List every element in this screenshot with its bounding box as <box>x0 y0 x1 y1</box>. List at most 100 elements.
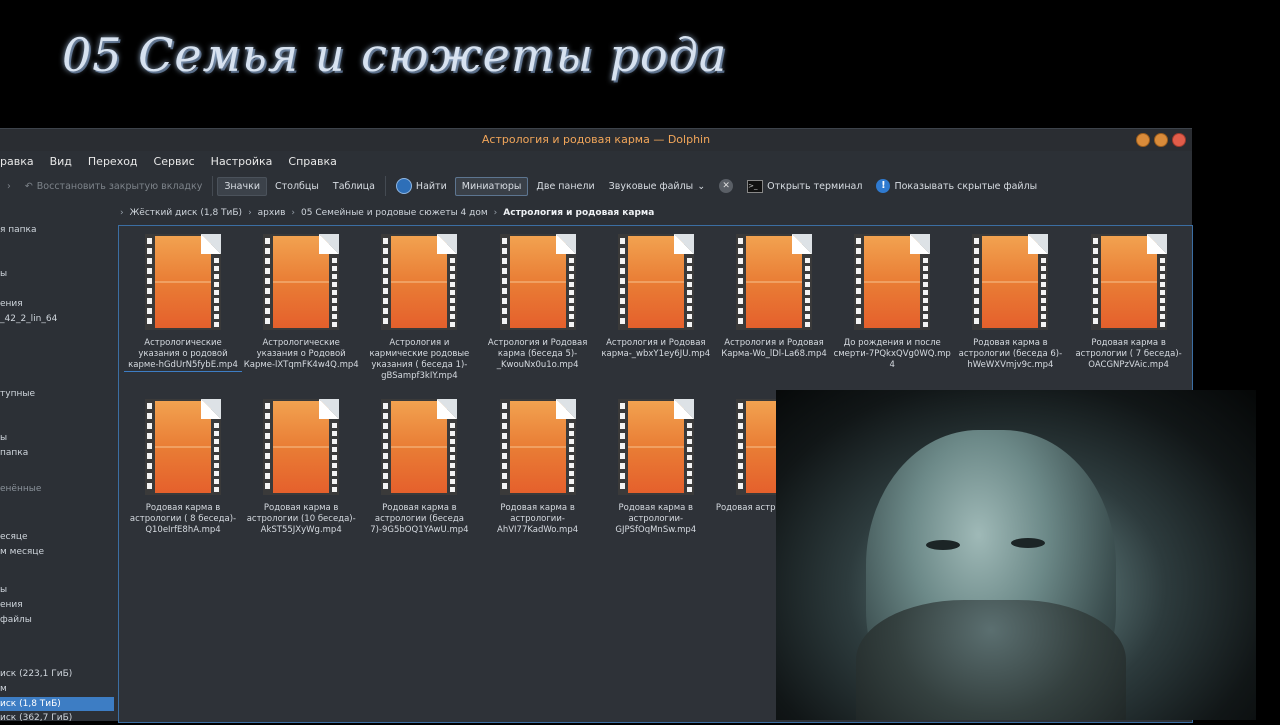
thumbnails-button[interactable]: Миниатюры <box>454 176 529 196</box>
file-item[interactable]: Астрология и Родовая карма-_wbxY1ey6JU.m… <box>597 230 715 360</box>
file-name: Родовая карма в астрологии ( 8 беседа)-Q… <box>129 503 237 535</box>
places-sidebar: я папка ы ения _42_2_lin_64 тупные ы пап… <box>0 223 116 723</box>
menu-bar: равка Вид Переход Сервис Настройка Справ… <box>0 151 1192 171</box>
maximize-icon[interactable] <box>1154 133 1168 147</box>
video-file-icon <box>498 397 578 497</box>
undo-arrow-icon: ↶ <box>24 180 33 192</box>
video-file-icon <box>616 397 696 497</box>
file-item[interactable]: До рождения и после смерти-7PQkxQVg0WQ.m… <box>833 230 951 371</box>
menu-view[interactable]: Вид <box>42 155 80 168</box>
sidebar-item[interactable]: иск (362,7 ГиБ) <box>0 711 114 725</box>
file-item[interactable]: Астрологические указания о родовой карме… <box>124 230 242 372</box>
info-icon: ! <box>876 179 891 193</box>
menu-settings[interactable]: Настройка <box>203 155 281 168</box>
video-file-icon <box>616 232 696 332</box>
terminal-icon: >_ <box>747 179 764 193</box>
close-circle-icon: ✕ <box>719 179 734 193</box>
video-file-icon <box>1089 232 1169 332</box>
video-file-icon <box>498 232 578 332</box>
sidebar-item-selected-disk[interactable]: иск (1,8 ТиБ) <box>0 697 114 711</box>
presenter-eye <box>926 540 960 550</box>
sidebar-item[interactable]: _42_2_lin_64 <box>0 312 114 326</box>
file-item[interactable]: Родовая карма в астрологии (беседа 7)-9G… <box>360 395 478 536</box>
clear-button[interactable]: ✕ <box>713 176 739 196</box>
sidebar-item[interactable]: тупные <box>0 387 114 401</box>
video-file-icon <box>261 397 341 497</box>
icons-view-button[interactable]: Значки <box>217 176 267 196</box>
sidebar-item[interactable]: есяце <box>0 530 114 544</box>
file-name: Родовая карма в астрологии ( 7 беседа)-O… <box>1075 338 1182 370</box>
file-item[interactable]: Родовая карма в астрологии (10 беседа)-A… <box>242 395 360 536</box>
breadcrumb-current[interactable]: Астрология и родовая карма <box>497 208 660 218</box>
sidebar-item[interactable]: енённые <box>0 482 114 496</box>
file-item[interactable]: Родовая карма в астрологии-AhVI77KadWo.m… <box>479 395 597 536</box>
file-item[interactable]: Астрология и Родовая Карма-Wo_lDl-La68.m… <box>715 230 833 360</box>
file-name: Астрология и Родовая карма-_wbxY1ey6JU.m… <box>601 338 711 359</box>
sidebar-item[interactable]: я папка <box>0 223 114 237</box>
video-file-icon <box>261 232 341 332</box>
audio-files-dropdown[interactable]: Звуковые файлы ⌄ <box>603 178 712 195</box>
forward-button[interactable]: › <box>1 178 17 195</box>
breadcrumb: › Жёсткий диск (1,8 ТиБ) › архив › 05 Се… <box>120 206 660 220</box>
file-item[interactable]: Астрология и кармические родовые указани… <box>360 230 478 382</box>
file-name: Родовая карма в астрологии-AhVI77KadWo.m… <box>497 503 579 535</box>
table-view-button[interactable]: Таблица <box>327 178 381 195</box>
chevron-right-icon: › <box>7 180 11 192</box>
file-item[interactable]: Родовая карма в астрологии-GJPSfOqMnSw.m… <box>597 395 715 536</box>
columns-view-button[interactable]: Столбцы <box>269 178 325 195</box>
video-file-icon <box>734 232 814 332</box>
sidebar-item[interactable]: иск (223,1 ГиБ) <box>0 667 114 681</box>
split-view-button[interactable]: Две панели <box>530 178 600 195</box>
file-name: Астрология и Родовая Карма-Wo_lDl-La68.m… <box>721 338 827 359</box>
find-button[interactable]: Найти <box>390 175 453 197</box>
breadcrumb-disk[interactable]: Жёсткий диск (1,8 ТиБ) <box>124 208 248 218</box>
presenter-beard <box>856 600 1126 720</box>
sidebar-item[interactable]: ы <box>0 267 114 281</box>
sidebar-item[interactable]: м месяце <box>0 545 114 559</box>
file-item[interactable]: Родовая карма в астрологии (беседа 6)-hW… <box>951 230 1069 371</box>
file-name: Родовая карма в астрологии (беседа 6)-hW… <box>958 338 1063 370</box>
file-item[interactable]: Родовая карма в астрологии ( 8 беседа)-Q… <box>124 395 242 536</box>
terminal-label: Открыть терминал <box>767 180 863 192</box>
video-file-icon <box>143 232 223 332</box>
restore-tab-button[interactable]: ↶ Восстановить закрытую вкладку <box>19 178 209 195</box>
menu-help[interactable]: Справка <box>280 155 344 168</box>
webcam-overlay <box>776 390 1256 720</box>
show-hidden-button[interactable]: ! Показывать скрытые файлы <box>870 176 1043 196</box>
menu-edit[interactable]: равка <box>0 155 42 168</box>
menu-tools[interactable]: Сервис <box>146 155 203 168</box>
presenter-eye <box>1011 538 1045 548</box>
minimize-icon[interactable] <box>1136 133 1150 147</box>
open-terminal-button[interactable]: >_ Открыть терминал <box>741 177 868 196</box>
video-file-icon <box>379 397 459 497</box>
video-file-icon <box>379 232 459 332</box>
sidebar-item[interactable]: файлы <box>0 613 114 627</box>
sidebar-item[interactable]: ения <box>0 297 114 311</box>
sidebar-item[interactable]: ы <box>0 583 114 597</box>
window-title: Астрология и родовая карма — Dolphin <box>481 133 711 146</box>
file-name: Астрологические указания о Родовой Карме… <box>243 338 359 370</box>
file-item[interactable]: Астрология и Родовая карма (беседа 5)-_K… <box>479 230 597 371</box>
audio-files-label: Звуковые файлы <box>608 180 694 192</box>
sidebar-item[interactable]: папка <box>0 446 114 460</box>
close-icon[interactable] <box>1172 133 1186 147</box>
sidebar-item[interactable]: м <box>0 682 114 696</box>
file-name: Астрологические указания о родовой карме… <box>124 338 242 372</box>
file-name: Родовая карма в астрологии-GJPSfOqMnSw.m… <box>615 503 697 535</box>
sidebar-item[interactable]: ы <box>0 431 114 445</box>
sidebar-item[interactable]: ения <box>0 598 114 612</box>
video-file-icon <box>970 232 1050 332</box>
find-label: Найти <box>415 180 447 192</box>
search-icon <box>395 178 412 194</box>
breadcrumb-archive[interactable]: архив <box>252 208 292 218</box>
menu-go[interactable]: Переход <box>80 155 146 168</box>
file-name: Родовая карма в астрологии (беседа 7)-9G… <box>370 503 469 535</box>
file-name: Родовая карма в астрологии (10 беседа)-A… <box>246 503 356 535</box>
file-item[interactable]: Родовая карма в астрологии ( 7 беседа)-O… <box>1070 230 1188 371</box>
video-banner-title: 05 Семья и сюжеты рода <box>62 28 728 82</box>
file-item[interactable]: Астрологические указания о Родовой Карме… <box>242 230 360 371</box>
video-file-icon <box>852 232 932 332</box>
file-name: До рождения и после смерти-7PQkxQVg0WQ.m… <box>833 338 951 370</box>
breadcrumb-folder[interactable]: 05 Семейные и родовые сюжеты 4 дом <box>295 208 494 218</box>
show-hidden-label: Показывать скрытые файлы <box>894 180 1038 192</box>
